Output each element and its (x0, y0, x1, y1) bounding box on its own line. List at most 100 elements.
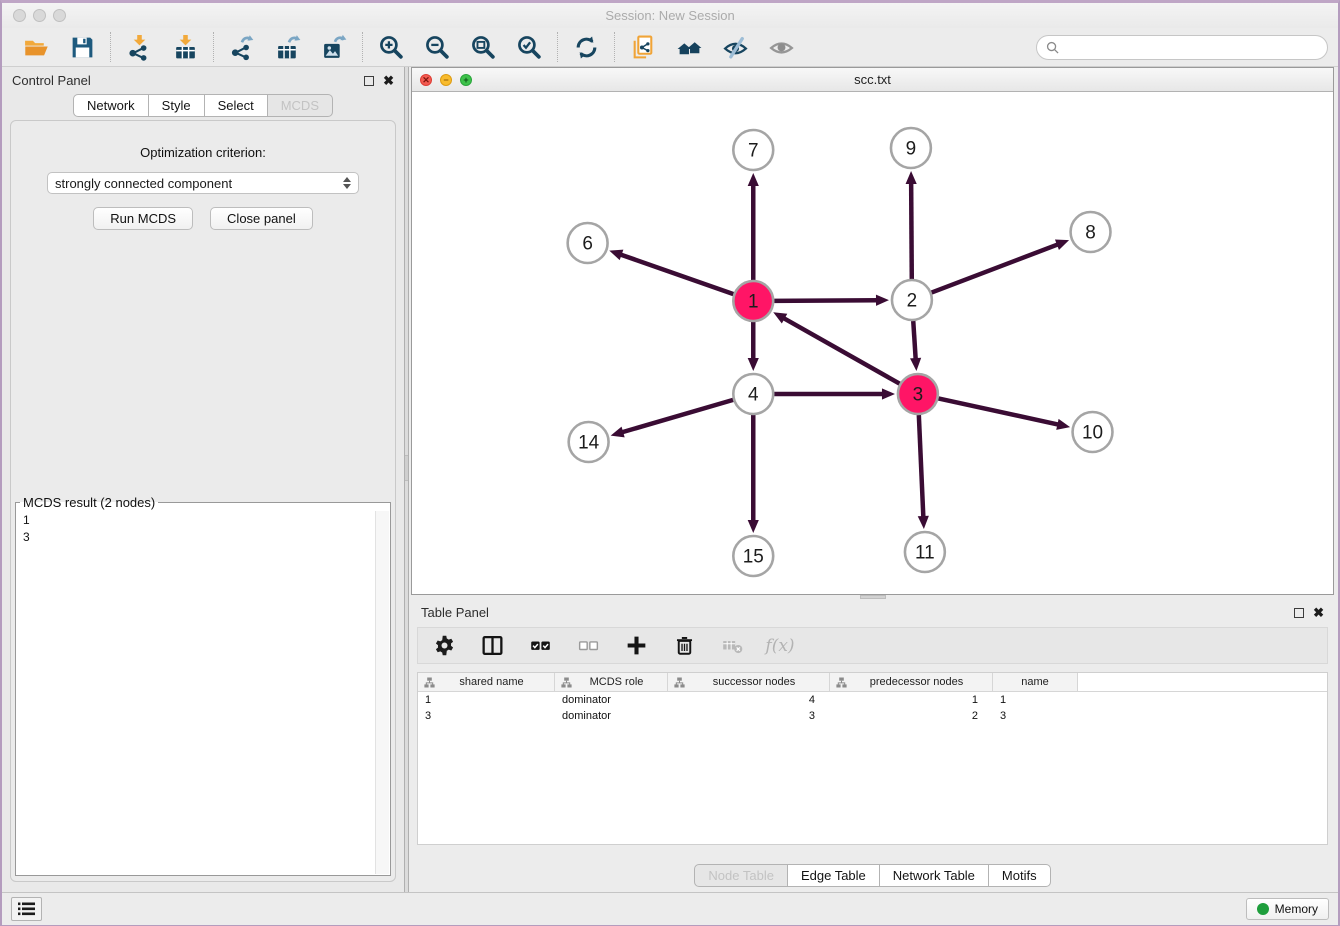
home-icon[interactable] (674, 32, 704, 62)
float-panel-icon[interactable] (364, 76, 374, 86)
export-table-icon[interactable] (273, 32, 303, 62)
zoom-out-icon[interactable] (422, 32, 452, 62)
tab-style[interactable]: Style (148, 94, 205, 117)
memory-button[interactable]: Memory (1246, 898, 1329, 920)
column-header[interactable]: MCDS role (555, 673, 668, 691)
graph-edge[interactable] (621, 400, 733, 433)
table-row[interactable]: 3dominator323 (418, 708, 1327, 724)
table-cell[interactable]: 4 (668, 694, 830, 706)
hide-selected-icon[interactable] (720, 32, 750, 62)
close-panel-button[interactable]: Close panel (210, 207, 313, 230)
graph-node[interactable]: 14 (569, 422, 609, 462)
run-mcds-button[interactable]: Run MCDS (93, 207, 193, 230)
tab-select[interactable]: Select (204, 94, 268, 117)
graph-edge[interactable] (938, 398, 1059, 424)
deselect-all-checkboxes-icon[interactable] (576, 634, 600, 658)
graph-node[interactable]: 7 (733, 130, 773, 170)
edge-arrowhead (609, 250, 623, 261)
graph-node[interactable]: 10 (1073, 412, 1113, 452)
column-header[interactable]: name (993, 673, 1078, 691)
graph-edge[interactable] (783, 318, 900, 384)
close-window-button[interactable] (13, 9, 26, 22)
table-cell[interactable]: dominator (555, 694, 668, 706)
result-item[interactable]: 1 (17, 512, 374, 529)
split-columns-icon[interactable] (480, 634, 504, 658)
select-all-checkboxes-icon[interactable] (528, 634, 552, 658)
table-row[interactable]: 1dominator411 (418, 692, 1327, 708)
table-cell[interactable]: 1 (830, 694, 993, 706)
graph-node[interactable]: 1 (733, 281, 773, 321)
graph-node[interactable]: 11 (905, 532, 945, 572)
criterion-dropdown[interactable]: strongly connected component (47, 172, 359, 194)
zoom-in-icon[interactable] (376, 32, 406, 62)
edge-arrowhead (611, 427, 625, 438)
graph-edge[interactable] (911, 182, 912, 279)
import-table-icon[interactable] (170, 32, 200, 62)
column-header[interactable]: predecessor nodes (830, 673, 993, 691)
tab-edge-table[interactable]: Edge Table (787, 864, 880, 887)
maximize-window-button[interactable] (53, 9, 66, 22)
search-field[interactable] (1036, 35, 1328, 60)
network-view-window: ✕ − + scc.txt 7968124314101511 (411, 67, 1334, 595)
vertical-splitter[interactable] (404, 67, 409, 892)
graph-node[interactable]: 2 (892, 280, 932, 320)
tab-mcds[interactable]: MCDS (267, 94, 333, 117)
delete-column-icon[interactable] (672, 634, 696, 658)
graph-node[interactable]: 8 (1071, 212, 1111, 252)
graph-edge[interactable] (774, 300, 878, 301)
column-header[interactable]: successor nodes (668, 673, 830, 691)
zoom-fit-icon[interactable] (468, 32, 498, 62)
graph-node[interactable]: 9 (891, 128, 931, 168)
graph-node[interactable]: 4 (733, 374, 773, 414)
close-panel-icon[interactable]: ✖ (1313, 606, 1324, 619)
table-cell[interactable]: dominator (555, 710, 668, 722)
graph-edge[interactable] (913, 321, 915, 360)
edge-arrowhead (906, 171, 917, 184)
delete-table-icon[interactable] (720, 634, 744, 658)
close-view-button[interactable]: ✕ (420, 74, 432, 86)
minimize-window-button[interactable] (33, 9, 46, 22)
save-session-icon[interactable] (67, 32, 97, 62)
graph-node[interactable]: 15 (733, 536, 773, 576)
graph-edge[interactable] (919, 415, 924, 518)
close-panel-icon[interactable]: ✖ (383, 74, 394, 87)
export-network-icon[interactable] (227, 32, 257, 62)
import-network-icon[interactable] (124, 32, 154, 62)
graph-node[interactable]: 6 (568, 223, 608, 263)
splitter-grip[interactable] (405, 455, 408, 481)
float-panel-icon[interactable] (1294, 608, 1304, 618)
search-input[interactable] (1064, 40, 1318, 55)
refresh-icon[interactable] (571, 32, 601, 62)
tab-node-table[interactable]: Node Table (694, 864, 788, 887)
horizontal-splitter[interactable] (411, 595, 1334, 599)
table-cell[interactable]: 1 (993, 694, 1078, 706)
maximize-view-button[interactable]: + (460, 74, 472, 86)
graph-edge[interactable] (620, 254, 734, 294)
show-all-icon[interactable] (766, 32, 796, 62)
table-cell[interactable]: 3 (668, 710, 830, 722)
table-cell[interactable]: 3 (993, 710, 1078, 722)
table-cell[interactable]: 1 (418, 694, 555, 706)
table-cell[interactable]: 2 (830, 710, 993, 722)
edge-arrowhead (748, 358, 759, 371)
function-builder-icon[interactable]: f(x) (768, 634, 792, 658)
add-column-icon[interactable] (624, 634, 648, 658)
task-history-button[interactable] (11, 897, 42, 921)
column-header[interactable]: shared name (418, 673, 555, 691)
tab-motifs[interactable]: Motifs (988, 864, 1051, 887)
zoom-selected-icon[interactable] (514, 32, 544, 62)
graph-edge[interactable] (932, 244, 1059, 292)
network-from-file-icon[interactable] (628, 32, 658, 62)
graph-node[interactable]: 3 (898, 374, 938, 414)
minimize-view-button[interactable]: − (440, 74, 452, 86)
tab-network[interactable]: Network (73, 94, 149, 117)
open-session-icon[interactable] (21, 32, 51, 62)
result-item[interactable]: 3 (17, 529, 374, 546)
export-image-icon[interactable] (319, 32, 349, 62)
network-canvas[interactable]: 7 9 6 8 1 2 4 3 14 10 15 11 (412, 92, 1333, 594)
splitter-grip[interactable] (860, 595, 886, 599)
gear-icon[interactable] (432, 634, 456, 658)
table-cell[interactable]: 3 (418, 710, 555, 722)
result-scrollbar[interactable] (375, 511, 389, 874)
tab-network-table[interactable]: Network Table (879, 864, 989, 887)
